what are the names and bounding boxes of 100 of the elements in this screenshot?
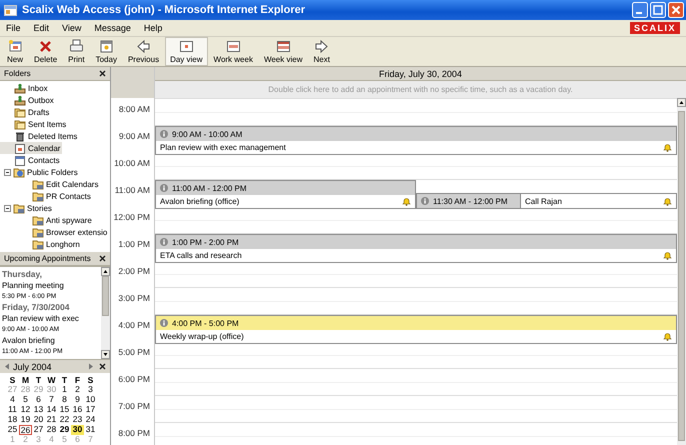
calendar-day[interactable]: 8 xyxy=(58,395,71,405)
scroll-down-icon[interactable] xyxy=(101,350,110,359)
collapse-icon[interactable] xyxy=(4,204,11,212)
scroll-up-icon[interactable] xyxy=(677,98,686,107)
folder-item[interactable]: Sent Items xyxy=(0,118,68,130)
calendar-day[interactable]: 16 xyxy=(71,405,84,415)
calendar-day[interactable]: 7 xyxy=(45,395,58,405)
month-title: July 2004 xyxy=(13,362,53,372)
calendar-day[interactable]: 9 xyxy=(71,395,84,405)
menu-item[interactable]: Help xyxy=(144,23,162,33)
maximize-button[interactable] xyxy=(650,2,666,18)
folder-item[interactable]: Inbox xyxy=(0,82,50,94)
menu-item[interactable]: Edit xyxy=(34,23,50,33)
calendar-icon xyxy=(226,39,241,54)
appointment-title[interactable]: Planning meeting xyxy=(2,280,101,291)
toolbar-button[interactable]: Work week xyxy=(208,37,258,66)
folder-item[interactable]: Drafts xyxy=(0,106,52,118)
folder-icon xyxy=(32,214,44,226)
toolbar-button[interactable]: New xyxy=(2,37,28,66)
scroll-up-icon[interactable] xyxy=(101,267,110,276)
folder-item[interactable]: Public Folders xyxy=(0,166,80,178)
appointment-title[interactable]: Plan review with exec xyxy=(2,313,101,324)
toolbar-button[interactable]: Print xyxy=(63,37,90,66)
calendar-day[interactable]: 10 xyxy=(84,395,97,405)
folder-item[interactable]: Longhorn xyxy=(0,238,82,250)
delete-icon xyxy=(38,39,54,54)
appointment-title: Plan review with exec management xyxy=(160,143,287,152)
browser-icon xyxy=(4,4,18,16)
logo: SCALIX xyxy=(630,22,680,34)
folder-item[interactable]: PR Contacts xyxy=(0,190,93,202)
close-button[interactable] xyxy=(668,2,684,18)
calendar-day[interactable]: 24 xyxy=(84,415,97,425)
menu-item[interactable]: Message xyxy=(94,23,131,33)
previous-month-icon[interactable] xyxy=(4,363,10,370)
calendar-day[interactable]: 23 xyxy=(71,415,84,425)
appointment-title[interactable]: Avalon briefing xyxy=(2,335,101,346)
toolbar-button[interactable]: Day view xyxy=(165,37,208,66)
weekday-label: W xyxy=(46,375,57,385)
calendar-day[interactable]: 25 xyxy=(6,425,19,435)
calendar-day[interactable]: 27 xyxy=(32,425,45,435)
close-icon[interactable] xyxy=(99,70,106,77)
info-icon xyxy=(160,238,168,246)
calendar-day[interactable]: 14 xyxy=(45,405,58,415)
calendar-day[interactable]: 11 xyxy=(6,405,19,415)
calendar-day[interactable]: 26 xyxy=(19,425,32,435)
menu-item[interactable]: View xyxy=(62,23,82,33)
calendar-day[interactable]: 21 xyxy=(45,415,58,425)
calendar-day[interactable]: 30 xyxy=(71,425,84,435)
calendar-day[interactable]: 13 xyxy=(32,405,45,415)
calendar-day[interactable]: 28 xyxy=(45,425,58,435)
calendar-day[interactable]: 2 xyxy=(71,385,84,395)
calendar-day[interactable]: 1 xyxy=(58,385,71,395)
toolbar-button[interactable]: Today xyxy=(90,37,122,66)
next-month-icon[interactable] xyxy=(88,363,94,370)
menu-item[interactable]: File xyxy=(6,23,21,33)
scrollbar[interactable] xyxy=(677,98,686,445)
calendar-day[interactable]: 5 xyxy=(19,395,32,405)
toolbar-button[interactable]: Delete xyxy=(29,37,62,66)
calendar-day[interactable]: 4 xyxy=(6,395,19,405)
folder-item[interactable]: Deleted Items xyxy=(0,130,80,142)
calendar-day[interactable]: 6 xyxy=(32,395,45,405)
weekday-label: T xyxy=(34,375,42,385)
calendar-day[interactable]: 18 xyxy=(6,415,19,425)
calendar-day[interactable]: 20 xyxy=(32,415,45,425)
appointment-title: ETA calls and research xyxy=(160,251,243,260)
weekday-label: T xyxy=(60,375,68,385)
folder-icon xyxy=(13,166,25,178)
toolbar-button[interactable]: Previous xyxy=(122,37,164,66)
folder-item[interactable]: Stories xyxy=(0,202,54,214)
appointment-title: Call Rajan xyxy=(525,196,563,206)
info-icon xyxy=(160,319,168,327)
calendar-day[interactable]: 19 xyxy=(19,415,32,425)
folder-item[interactable]: Outbox xyxy=(0,94,56,106)
calendar-day[interactable]: 3 xyxy=(84,385,97,395)
collapse-icon[interactable] xyxy=(4,168,11,176)
calendar-icon xyxy=(178,39,194,54)
folder-item[interactable]: Contacts xyxy=(0,154,62,166)
folder-item[interactable]: Browser extensio xyxy=(0,226,110,238)
folder-item[interactable]: Anti spyware xyxy=(0,214,94,226)
calendar-day[interactable]: 22 xyxy=(58,415,71,425)
scrollbar[interactable] xyxy=(101,267,110,359)
calendar-day[interactable]: 31 xyxy=(84,425,97,435)
calendar-day[interactable]: 17 xyxy=(84,405,97,415)
toolbar-button[interactable]: Week view xyxy=(258,37,308,66)
calendar-day[interactable]: 12 xyxy=(19,405,32,415)
folder-item[interactable]: Edit Calendars xyxy=(0,178,100,190)
appointment[interactable]: 11:00 AM - 12:00 PM Avalon briefing (office) xyxy=(155,180,416,209)
calendar-day[interactable]: 15 xyxy=(58,405,71,415)
folder-icon xyxy=(32,178,44,190)
folder-item[interactable]: Calendar xyxy=(0,142,62,154)
toolbar-button[interactable]: Next xyxy=(308,37,335,66)
calendar-day[interactable]: 29 xyxy=(58,425,71,435)
close-icon[interactable] xyxy=(99,363,106,370)
close-icon[interactable] xyxy=(99,255,106,262)
info-icon xyxy=(160,184,168,192)
appointment[interactable]: 11:30 AM - 12:00 PM Call Rajan xyxy=(416,193,677,209)
panel-title: Folders xyxy=(4,69,31,78)
minimize-button[interactable] xyxy=(632,2,648,18)
time-slot[interactable]: 11:00 AM - 12:00 PM Avalon briefing (office) 11:30 AM - 12:00 PM Call Rajan xyxy=(155,179,677,206)
panel-title: Upcoming Appointments xyxy=(4,254,91,263)
